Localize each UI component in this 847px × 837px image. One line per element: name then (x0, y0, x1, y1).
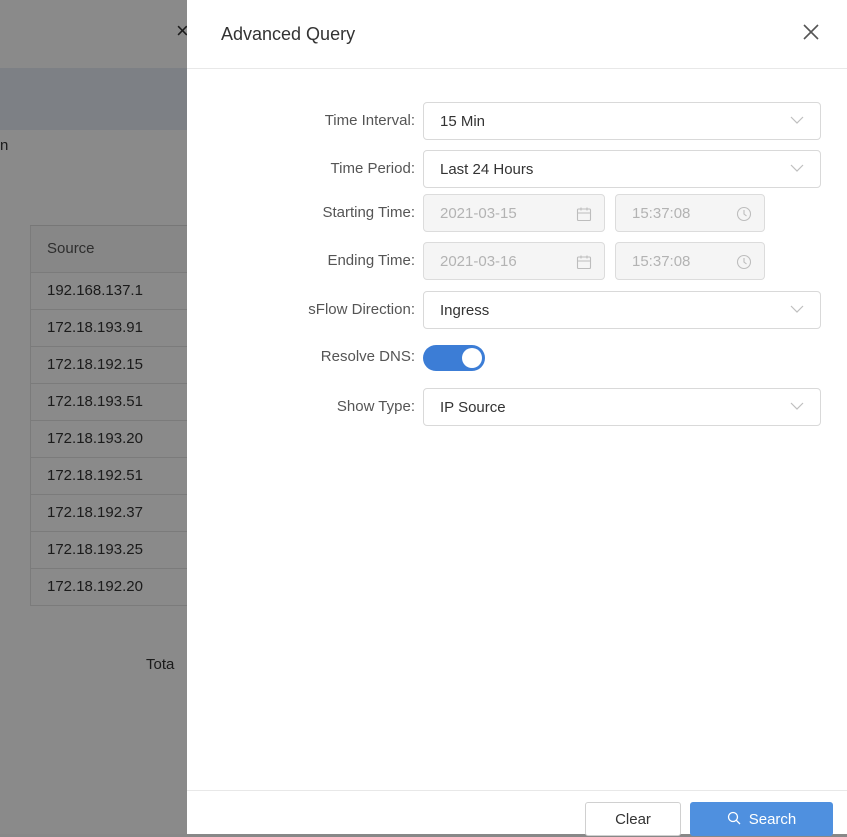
sflow-direction-select[interactable]: Ingress (423, 291, 821, 329)
resolve-dns-row: Resolve DNS: (187, 338, 847, 376)
sflow-direction-label: sFlow Direction: (308, 301, 415, 318)
time-period-label: Time Period: (330, 160, 415, 177)
calendar-icon (576, 255, 592, 270)
ending-time-label: Ending Time: (327, 252, 415, 269)
clear-button[interactable]: Clear (585, 802, 681, 836)
show-type-select[interactable]: IP Source (423, 388, 821, 426)
time-period-row: Time Period: Last 24 Hours (187, 150, 847, 188)
drawer-title: Advanced Query (221, 24, 356, 44)
resolve-dns-label: Resolve DNS: (320, 348, 415, 365)
starting-time-label: Starting Time: (322, 204, 415, 221)
starting-date-value: 2021-03-15 (440, 205, 517, 222)
time-interval-value: 15 Min (440, 113, 486, 130)
time-period-select[interactable]: Last 24 Hours (423, 150, 821, 188)
starting-date-picker[interactable]: 2021-03-15 (423, 194, 605, 232)
ending-time-picker[interactable]: 15:37:08 (615, 242, 765, 280)
time-interval-row: Time Interval: 15 Min (187, 102, 847, 140)
clock-icon (736, 206, 752, 222)
resolve-dns-toggle[interactable] (423, 345, 485, 371)
ending-time-row: Ending Time: 2021-03-16 15:37:08 (187, 242, 847, 280)
chevron-down-icon (790, 164, 804, 172)
advanced-query-drawer: Advanced Query Time Interval: 15 Min Tim… (187, 0, 847, 836)
sflow-direction-value: Ingress (440, 302, 490, 319)
sflow-direction-row: sFlow Direction: Ingress (187, 291, 847, 329)
clock-icon (736, 254, 752, 270)
starting-time-row: Starting Time: 2021-03-15 15:37:08 (187, 194, 847, 232)
clear-button-label: Clear (615, 811, 651, 828)
chevron-down-icon (790, 402, 804, 410)
drawer-footer: Clear Search (187, 790, 847, 836)
chevron-down-icon (790, 305, 804, 313)
starting-time-value: 15:37:08 (632, 205, 691, 222)
ending-date-value: 2021-03-16 (440, 253, 517, 270)
calendar-icon (576, 207, 592, 222)
starting-time-picker[interactable]: 15:37:08 (615, 194, 765, 232)
close-icon[interactable] (799, 20, 823, 44)
search-button[interactable]: Search (690, 802, 833, 836)
time-period-value: Last 24 Hours (440, 161, 534, 178)
ending-time-value: 15:37:08 (632, 253, 691, 270)
show-type-label: Show Type: (336, 398, 415, 415)
show-type-row: Show Type: IP Source (187, 388, 847, 426)
time-interval-select[interactable]: 15 Min (423, 102, 821, 140)
ending-date-picker[interactable]: 2021-03-16 (423, 242, 605, 280)
chevron-down-icon (790, 116, 804, 124)
search-button-label: Search (748, 811, 797, 828)
toggle-knob (462, 348, 482, 368)
time-interval-label: Time Interval: (324, 112, 415, 129)
search-icon (727, 811, 741, 825)
show-type-value: IP Source (440, 399, 506, 416)
drawer-header: Advanced Query (187, 0, 847, 69)
